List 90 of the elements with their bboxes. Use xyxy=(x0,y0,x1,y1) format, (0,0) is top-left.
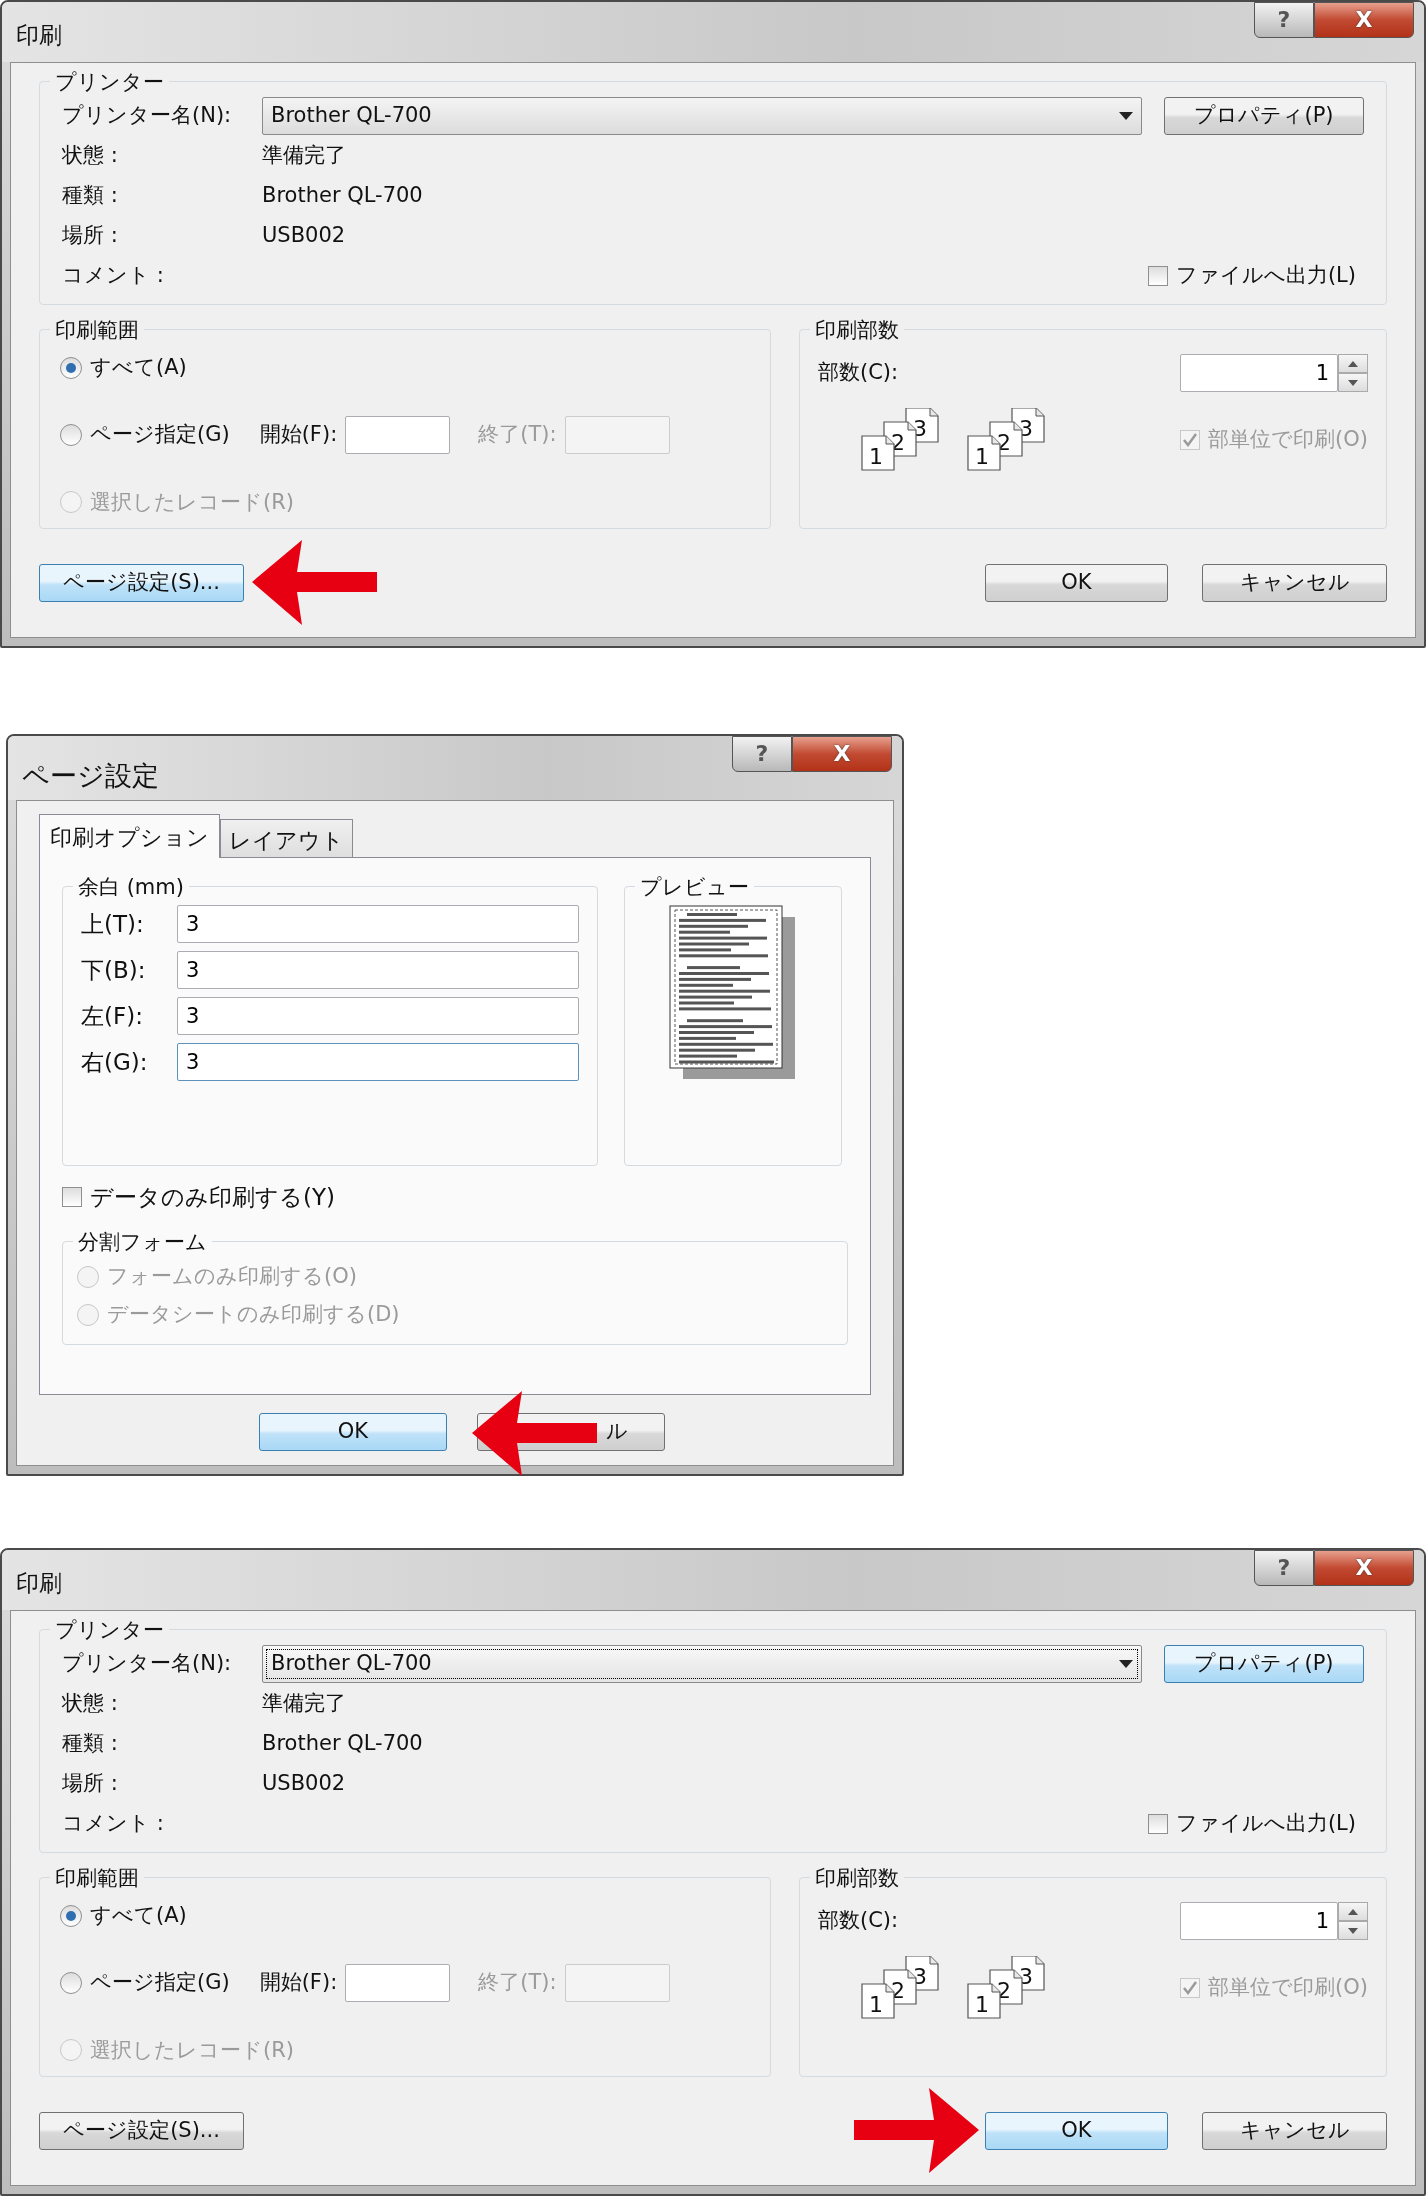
copies-field[interactable]: 1 xyxy=(1180,354,1338,392)
ok-button[interactable]: OK xyxy=(985,563,1168,602)
field-value: 準備完了 xyxy=(262,142,347,170)
properties-button[interactable]: プロパティ(P) xyxy=(1164,97,1364,135)
radio-button[interactable] xyxy=(60,424,82,446)
tab[interactable]: レイアウト xyxy=(220,819,353,857)
field-label: 状態 : xyxy=(62,1690,119,1718)
window-title: 印刷 xyxy=(16,21,62,50)
page-stack-drawing: 3 2 1 xyxy=(964,408,1046,472)
field-label: 左(F): xyxy=(81,1001,144,1031)
radio-label: ページ指定(G) xyxy=(90,1969,230,1997)
printer-dropdown[interactable]: Brother QL-700 xyxy=(262,1645,1142,1683)
field-value: USB002 xyxy=(262,222,347,250)
close-button[interactable]: X xyxy=(792,736,892,772)
radio-label: データシートのみ印刷する(D) xyxy=(107,1300,400,1328)
field-label: 場所 : xyxy=(62,222,119,250)
radio-button[interactable] xyxy=(60,1904,82,1927)
caret-down-icon xyxy=(1348,379,1358,386)
field-label: 種類 : xyxy=(62,1730,119,1758)
tab[interactable]: 印刷オプション xyxy=(39,814,220,858)
checkbox[interactable] xyxy=(62,1187,82,1208)
help-button[interactable]: ? xyxy=(1254,2,1314,38)
input-field[interactable]: 3 xyxy=(177,951,579,989)
ok-button[interactable]: OK xyxy=(985,2111,1168,2150)
checkbox-label: データのみ印刷する(Y) xyxy=(90,1183,335,1212)
radio-button[interactable] xyxy=(60,1972,82,1994)
field-label: 開始(F): xyxy=(259,1969,338,1997)
input-field[interactable]: 3 xyxy=(177,1043,579,1081)
properties-button[interactable]: プロパティ(P) xyxy=(1164,1645,1364,1683)
field-label: 種類 : xyxy=(62,182,119,210)
field-label: プリンター名(N): xyxy=(62,102,233,130)
input-field[interactable] xyxy=(345,416,451,454)
radio-label: すべて(A) xyxy=(90,1902,187,1929)
input-field[interactable]: 3 xyxy=(177,905,579,943)
spin-up-button[interactable] xyxy=(1338,1902,1368,1921)
page-setup-button[interactable]: ページ設定(S)... xyxy=(39,2111,244,2150)
window-title: 印刷 xyxy=(16,1569,62,1598)
field-label: 下(B): xyxy=(81,955,147,985)
spin-up-button[interactable] xyxy=(1338,354,1368,373)
field-value: Brother QL-700 xyxy=(262,1730,424,1758)
field-label: 状態 : xyxy=(62,142,119,170)
caret-icon xyxy=(1119,1660,1133,1668)
radio-label: 選択したレコード(R) xyxy=(90,488,294,516)
caret-down-icon xyxy=(1348,1927,1358,1934)
caret-up-icon xyxy=(1348,1908,1358,1915)
field-label: 部数(C): xyxy=(818,359,899,387)
help-button[interactable]: ? xyxy=(732,736,792,772)
field-value: USB002 xyxy=(262,1770,347,1798)
input-field[interactable]: 3 xyxy=(177,997,579,1035)
spin-down-button[interactable] xyxy=(1338,373,1368,392)
page-stack-drawing: 3 2 1 xyxy=(858,408,940,472)
field-label: コメント : xyxy=(62,262,165,290)
cancel-button[interactable]: キャンセル xyxy=(1202,563,1387,602)
page-setup-button[interactable]: ページ設定(S)... xyxy=(39,563,244,602)
checkbox-label: ファイルへ出力(L) xyxy=(1175,1810,1356,1838)
printer-dropdown[interactable]: Brother QL-700 xyxy=(262,97,1142,135)
checkbox-label: 部単位で印刷(O) xyxy=(1208,426,1368,454)
page-stack-drawing: 3 2 1 xyxy=(858,1956,940,2020)
checkbox-label: 部単位で印刷(O) xyxy=(1208,1974,1368,2002)
caret-up-icon xyxy=(1348,360,1358,367)
checkbox[interactable] xyxy=(1147,266,1168,286)
field-label: プリンター名(N): xyxy=(62,1650,233,1678)
field-label: 場所 : xyxy=(62,1770,119,1798)
field-label: コメント : xyxy=(62,1810,165,1838)
input-field[interactable] xyxy=(345,1964,451,2002)
checkbox[interactable] xyxy=(1147,1814,1168,1834)
field-label: 部数(C): xyxy=(818,1907,899,1935)
field-value: 準備完了 xyxy=(262,1690,347,1718)
field-label: 終了(T): xyxy=(478,421,557,449)
spin-down-button[interactable] xyxy=(1338,1921,1368,1940)
ok-button[interactable]: OK xyxy=(259,1413,447,1451)
field-label: 開始(F): xyxy=(259,421,338,449)
radio-label: フォームのみ印刷する(O) xyxy=(107,1262,357,1290)
copies-field[interactable]: 1 xyxy=(1180,1902,1338,1940)
help-button[interactable]: ? xyxy=(1254,1550,1314,1586)
close-button[interactable]: X xyxy=(1314,2,1414,38)
caret-icon xyxy=(1119,112,1133,120)
radio-label: すべて(A) xyxy=(90,354,187,381)
field-value: Brother QL-700 xyxy=(262,182,424,210)
cancel-button[interactable]: キャンセル xyxy=(1202,2111,1387,2150)
radio-label: 選択したレコード(R) xyxy=(90,2036,294,2064)
close-button[interactable]: X xyxy=(1314,1550,1414,1586)
window-title: ページ設定 xyxy=(22,759,159,793)
field-label: 上(T): xyxy=(81,909,145,939)
field-label: 終了(T): xyxy=(478,1969,557,1997)
radio-label: ページ指定(G) xyxy=(90,421,230,449)
checkbox-label: ファイルへ出力(L) xyxy=(1175,262,1356,290)
field-label: 右(G): xyxy=(81,1047,149,1077)
radio-button[interactable] xyxy=(60,356,82,379)
page-stack-drawing: 3 2 1 xyxy=(964,1956,1046,2020)
